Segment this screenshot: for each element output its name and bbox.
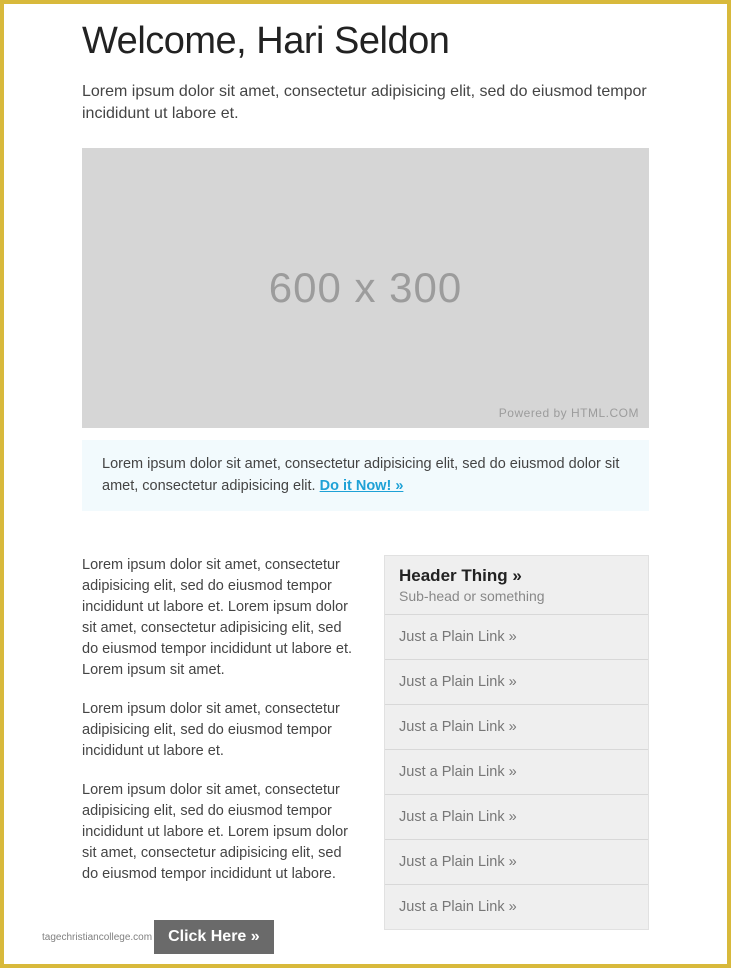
sidebar-header[interactable]: Header Thing » Sub-head or something [385,556,648,615]
body-paragraph: Lorem ipsum dolor sit amet, consectetur … [82,555,354,681]
powered-by-label: Powered by HTML.COM [499,406,639,420]
hero-image-placeholder: 600 x 300 Powered by HTML.COM [82,148,649,428]
hero-dimensions-label: 600 x 300 [269,264,463,312]
body-paragraph: Lorem ipsum dolor sit amet, consectetur … [82,780,354,885]
sidebar-link[interactable]: Just a Plain Link » [385,615,648,660]
footer-site-text: tagechristiancollege.com [38,930,156,945]
sidebar-subtitle: Sub-head or something [399,588,634,604]
sidebar-link[interactable]: Just a Plain Link » [385,750,648,795]
click-here-button[interactable]: Click Here » [154,920,274,954]
sidebar-link[interactable]: Just a Plain Link » [385,660,648,705]
sidebar-panel: Header Thing » Sub-head or something Jus… [384,555,649,930]
sidebar-link[interactable]: Just a Plain Link » [385,840,648,885]
sidebar-title: Header Thing » [399,566,634,586]
sidebar-link[interactable]: Just a Plain Link » [385,795,648,840]
callout-box: Lorem ipsum dolor sit amet, consectetur … [82,440,649,512]
page-title: Welcome, Hari Seldon [82,20,649,63]
callout-link[interactable]: Do it Now! » [320,478,404,494]
body-column: Lorem ipsum dolor sit amet, consectetur … [82,555,354,930]
body-paragraph: Lorem ipsum dolor sit amet, consectetur … [82,699,354,762]
intro-text: Lorem ipsum dolor sit amet, consectetur … [82,81,649,126]
sidebar-link[interactable]: Just a Plain Link » [385,705,648,750]
sidebar-link[interactable]: Just a Plain Link » [385,885,648,929]
footer-overlay: tagechristiancollege.com Click Here » [38,920,274,954]
